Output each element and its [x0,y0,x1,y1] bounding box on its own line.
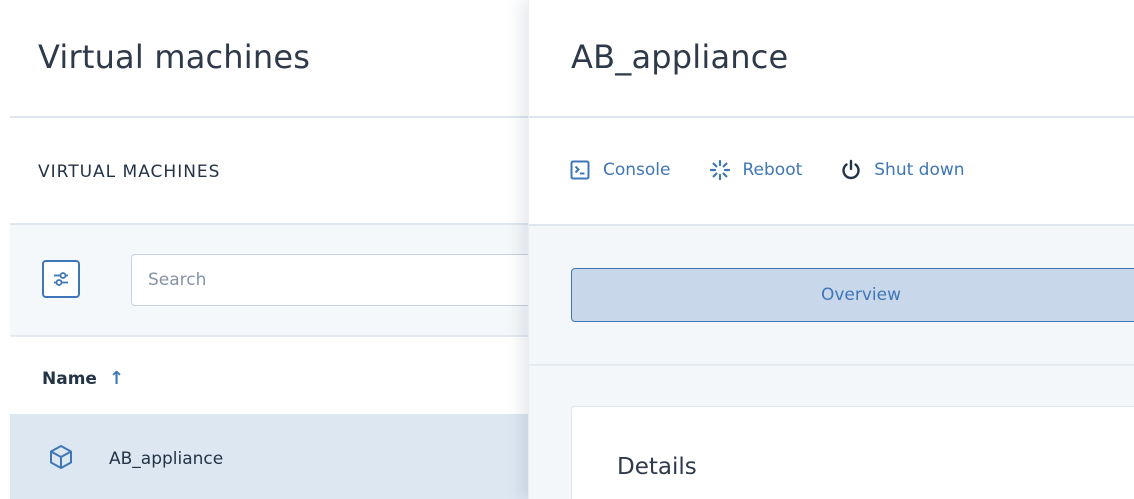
reboot-icon [709,159,731,181]
sort-ascending-icon: ↑ [108,368,125,389]
tab-overview[interactable]: Overview [571,268,1134,322]
column-header-label: Name [42,368,97,389]
vm-name: AB_appliance [109,449,224,469]
reboot-label: Reboot [742,160,803,180]
console-button[interactable]: Console [569,159,671,181]
details-panel-title: AB_appliance [571,38,789,76]
divider [10,116,528,118]
filter-button[interactable] [42,260,80,298]
console-label: Console [603,160,671,180]
action-bar: Console Reboot Shut down [569,155,1003,185]
filter-sliders-icon [54,272,68,286]
table-row[interactable]: AB_appliance [10,414,528,499]
divider [10,335,528,337]
vm-list-panel: Virtual machines VIRTUAL MACHINES Name ↑ [0,0,528,499]
details-card-title: Details [617,454,697,480]
shut-down-label: Shut down [874,160,965,180]
page-title: Virtual machines [38,38,311,76]
shut-down-button[interactable]: Shut down [840,159,965,181]
reboot-button[interactable]: Reboot [709,159,803,181]
section-label: VIRTUAL MACHINES [38,162,221,182]
vm-details-panel: AB_appliance Console Reboot Shut down Ov… [528,0,1134,499]
console-icon [569,159,591,181]
app-window: Virtual machines VIRTUAL MACHINES Name ↑ [0,0,1134,499]
vm-cube-icon [50,445,72,469]
search-input[interactable] [131,254,528,306]
power-icon [840,159,862,181]
column-header-name[interactable]: Name ↑ [42,368,124,389]
divider [529,364,1134,366]
details-card: Details [571,406,1134,499]
divider [529,116,1134,118]
